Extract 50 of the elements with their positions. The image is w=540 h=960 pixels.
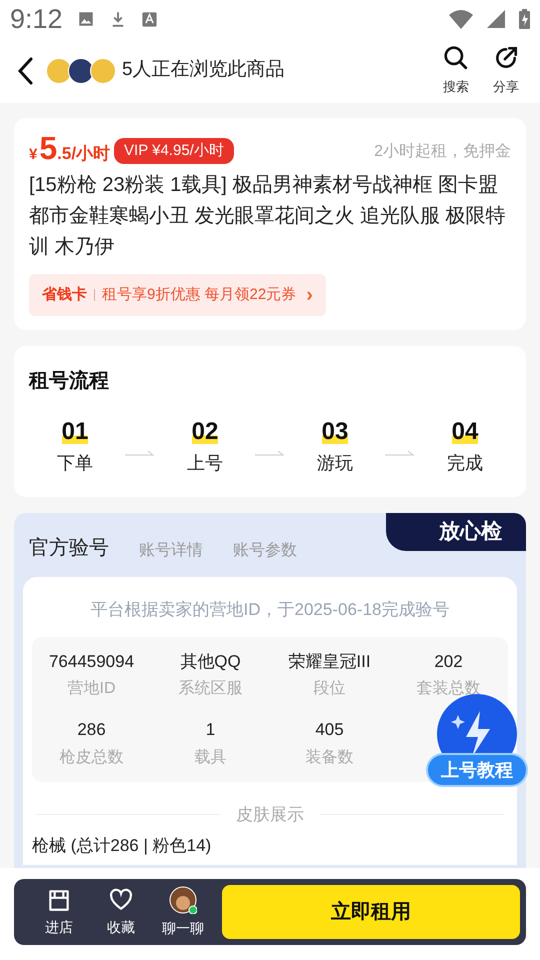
rental-terms: 2小时起租，免押金 [374, 142, 511, 162]
rent-now-button[interactable]: 立即租用 [222, 885, 520, 939]
stat-label: 营地ID [68, 678, 116, 699]
avatar [169, 886, 197, 914]
share-button[interactable]: 分享 [486, 44, 526, 96]
chevron-icon: › [306, 280, 313, 310]
stat-label: 枪皮总数 [60, 748, 124, 768]
font-icon [140, 10, 158, 28]
heart-icon [108, 886, 134, 912]
product-title: [15粉枪 23粉装 1载具] 极品男神素材号战神框 图卡盟都市金鞋寒蝎小丑 发光眼罩花间之火 追光队服 极限特训 木乃伊 [29, 173, 507, 260]
wifi-icon [449, 9, 473, 29]
section-title: 租号流程 [29, 368, 110, 394]
shop-button[interactable]: 进店 [28, 886, 90, 938]
avatar [46, 58, 72, 84]
viewers-text: 5人正在浏览此商品 [122, 58, 286, 82]
stat-value: 286 [77, 719, 106, 741]
image-icon [76, 10, 95, 28]
stat-value: 405 [315, 719, 344, 741]
search-icon [443, 44, 469, 71]
signal-icon [487, 10, 505, 28]
avatar [90, 58, 116, 84]
section-title: 皮肤展示 [236, 804, 304, 826]
step-label: 上号 [187, 452, 223, 475]
avatar [68, 58, 94, 84]
status-time: 9:12 [10, 6, 63, 32]
promo-tag: 省钱卡 [42, 284, 87, 306]
stat-value: 202 [434, 650, 463, 672]
vip-price-badge: VIP ¥4.95/小时 [114, 138, 234, 164]
stat-value: 764459094 [48, 650, 134, 672]
step-label: 下单 [57, 452, 93, 475]
step-label: 游玩 [317, 452, 353, 475]
stat-value: 1 [206, 719, 216, 741]
stat-label: 段位 [314, 679, 346, 699]
category-title: 枪械 (总计286 | 粉色14) [32, 835, 212, 857]
chat-button[interactable]: 聊一聊 [152, 886, 214, 938]
stat-label: 载具 [194, 748, 226, 768]
price-text: ¥5.5/小时 [29, 132, 110, 164]
verify-note: 平台根据卖家的营地ID，于2025-06-18完成验号 [90, 599, 450, 621]
promo-text: 租号享9折优惠 每月领22元券 [102, 284, 296, 305]
battery-icon [519, 9, 530, 29]
tab[interactable]: 官方验号 [29, 533, 109, 577]
stat-label: 装备数 [306, 748, 354, 768]
favorite-button[interactable]: 收藏 [90, 886, 152, 938]
step-label: 完成 [447, 452, 483, 475]
stat-value: 其他QQ [180, 650, 241, 672]
share-icon [493, 44, 519, 71]
search-button[interactable]: 搜索 [436, 44, 476, 96]
stat-label: 系统区服 [178, 678, 242, 699]
trust-badge: 放心检 [386, 513, 526, 551]
stat-value: 荣耀皇冠III [288, 650, 371, 672]
